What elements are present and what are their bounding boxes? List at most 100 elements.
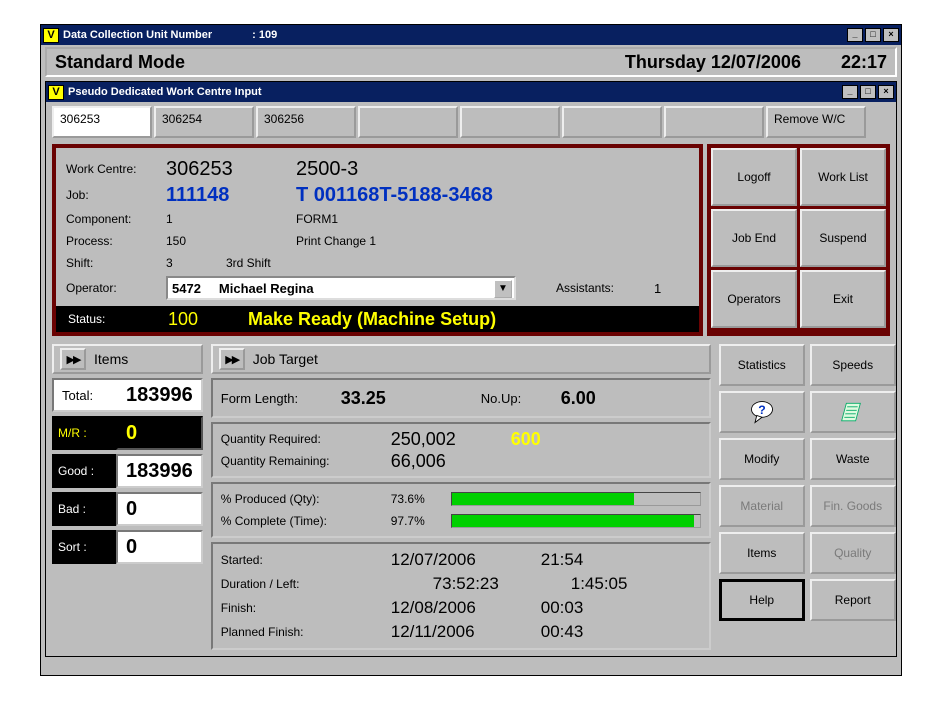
items-header: ▶▶ Items [52, 344, 203, 374]
items-sort-row: Sort : 0 [52, 530, 203, 564]
inner-close-button[interactable]: × [878, 85, 894, 99]
items-mr-value: 0 [116, 416, 203, 450]
job-end-button[interactable]: Job End [711, 209, 797, 267]
modify-button[interactable]: Modify [719, 438, 805, 480]
planned-finish-time: 00:43 [541, 622, 584, 642]
status-code: 100 [168, 309, 248, 330]
status-bar: Status: 100 Make Ready (Machine Setup) [56, 306, 699, 332]
shift-name: 3rd Shift [226, 256, 271, 270]
app-icon: V [43, 28, 59, 43]
component-id: 1 [166, 212, 296, 226]
help-button[interactable]: Help [719, 579, 805, 621]
qty-required-value: 250,002 [391, 429, 511, 450]
minimize-button[interactable]: _ [847, 28, 863, 42]
tab-wc-3[interactable] [358, 106, 458, 138]
planned-finish-date: 12/11/2006 [391, 622, 541, 642]
material-button[interactable]: Material [719, 485, 805, 527]
side-button-grid: Statistics Speeds ? Modify Waste Materia… [719, 344, 896, 650]
close-button[interactable]: × [883, 28, 899, 42]
tab-wc-5[interactable] [562, 106, 662, 138]
operators-button[interactable]: Operators [711, 270, 797, 328]
job-id: 111148 [166, 184, 296, 207]
items-total: Total: 183996 [52, 378, 203, 412]
shift-id: 3 [166, 256, 226, 270]
inner-title-bar: V Pseudo Dedicated Work Centre Input _ □… [46, 82, 896, 102]
tab-wc-0[interactable]: 306253 [52, 106, 152, 138]
started-label: Started: [221, 553, 391, 567]
tab-wc-6[interactable] [664, 106, 764, 138]
pct-produced-value: 73.6% [391, 492, 451, 506]
items-button[interactable]: Items [719, 532, 805, 574]
tab-wc-2[interactable]: 306256 [256, 106, 356, 138]
pct-time-fill [452, 515, 694, 527]
mode-bar: Standard Mode Thursday 12/07/2006 22:17 [45, 47, 897, 77]
quality-button[interactable]: Quality [810, 532, 896, 574]
report-icon[interactable] [810, 391, 896, 433]
operator-id: 5472 [172, 281, 201, 296]
job-name: T 001168T-5188-3468 [296, 184, 493, 207]
status-label: Status: [68, 312, 168, 326]
items-panel: ▶▶ Items Total: 183996 M/R : 0 Good : 18… [52, 344, 203, 650]
qty-required-label: Quantity Required: [221, 432, 391, 446]
component-label: Component: [66, 212, 166, 226]
job-target-panel: ▶▶ Job Target Form Length: 33.25 No.Up: … [211, 344, 711, 650]
speeds-button[interactable]: Speeds [810, 344, 896, 386]
shift-label: Shift: [66, 256, 166, 270]
logoff-button[interactable]: Logoff [711, 148, 797, 206]
outer-title-label: Data Collection Unit Number [63, 29, 212, 41]
waste-button[interactable]: Waste [810, 438, 896, 480]
operator-select[interactable]: 5472 Michael Regina ▼ [166, 276, 516, 300]
items-total-value: 183996 [126, 384, 193, 407]
statistics-button[interactable]: Statistics [719, 344, 805, 386]
items-bad-value: 0 [116, 492, 203, 526]
work-centre-name: 2500-3 [296, 158, 358, 181]
items-sort-value: 0 [116, 530, 203, 564]
maximize-button[interactable]: □ [865, 28, 881, 42]
duration-value: 73:52:23 [391, 574, 541, 594]
assistants-label: Assistants: [556, 281, 614, 295]
operator-name: Michael Regina [219, 281, 314, 296]
finish-time: 00:03 [541, 598, 584, 618]
qty-remaining-label: Quantity Remaining: [221, 454, 391, 468]
qty-extra-value: 600 [511, 429, 541, 450]
process-name: Print Change 1 [296, 234, 376, 248]
pct-produced-bar [451, 492, 701, 506]
started-date: 12/07/2006 [391, 550, 541, 570]
process-id: 150 [166, 234, 296, 248]
pct-time-bar [451, 514, 701, 528]
tab-wc-4[interactable] [460, 106, 560, 138]
items-fastforward-icon[interactable]: ▶▶ [60, 348, 86, 370]
fin-goods-button[interactable]: Fin. Goods [810, 485, 896, 527]
job-label: Job: [66, 188, 166, 202]
job-target-header: ▶▶ Job Target [211, 344, 711, 374]
target-fastforward-icon[interactable]: ▶▶ [219, 348, 245, 370]
tab-wc-1[interactable]: 306254 [154, 106, 254, 138]
exit-button[interactable]: Exit [800, 270, 886, 328]
inner-maximize-button[interactable]: □ [860, 85, 876, 99]
help-balloon-icon[interactable]: ? [719, 391, 805, 433]
report-button[interactable]: Report [810, 579, 896, 621]
chevron-down-icon[interactable]: ▼ [494, 280, 512, 298]
duration-label: Duration / Left: [221, 577, 391, 591]
outer-title-value: : 109 [252, 29, 277, 41]
no-up-label: No.Up: [481, 391, 561, 406]
pct-produced-fill [452, 493, 635, 505]
operator-label: Operator: [66, 281, 166, 295]
outer-title-bar: V Data Collection Unit Number : 109 _ □ … [41, 25, 901, 45]
mode-date: Thursday 12/07/2006 [625, 52, 801, 73]
form-length-value: 33.25 [341, 388, 481, 409]
workcentre-tabs: 306253 306254 306256 Remove W/C [52, 106, 890, 138]
form-length-label: Form Length: [221, 391, 341, 406]
items-bad-row: Bad : 0 [52, 492, 203, 526]
assistants-count: 1 [654, 281, 661, 296]
status-text: Make Ready (Machine Setup) [248, 309, 496, 330]
job-info-panel: Work Centre: 306253 2500-3 Job: 111148 T… [52, 144, 703, 336]
pct-time-label: % Complete (Time): [221, 514, 391, 528]
work-list-button[interactable]: Work List [800, 148, 886, 206]
suspend-button[interactable]: Suspend [800, 209, 886, 267]
finish-date: 12/08/2006 [391, 598, 541, 618]
inner-minimize-button[interactable]: _ [842, 85, 858, 99]
work-centre-id: 306253 [166, 158, 296, 181]
no-up-value: 6.00 [561, 388, 701, 409]
remove-wc-button[interactable]: Remove W/C [766, 106, 866, 138]
